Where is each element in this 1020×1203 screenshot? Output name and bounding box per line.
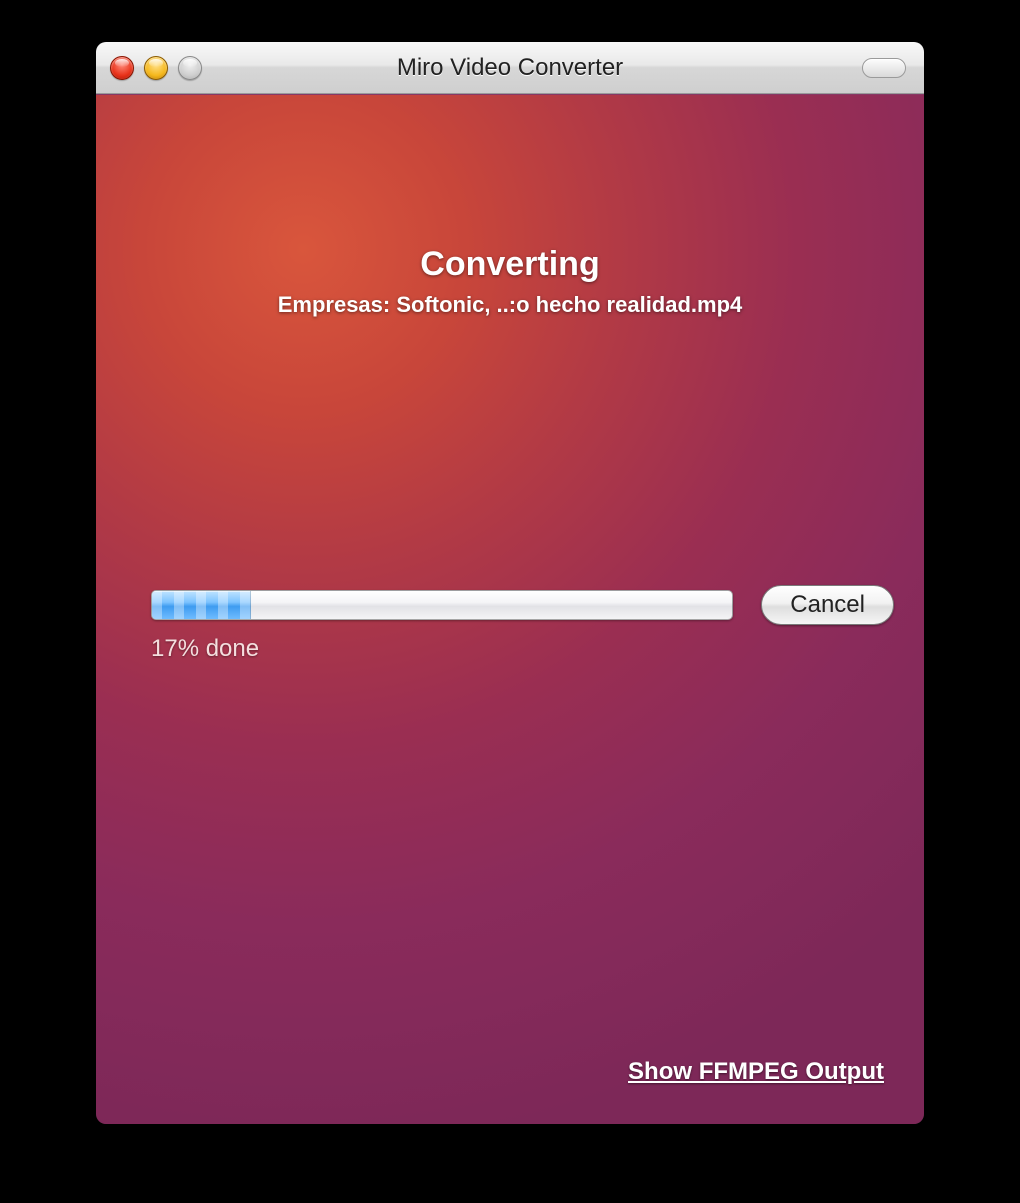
progress-text: 17% done xyxy=(151,635,259,663)
heading-block: Converting Empresas: Softonic, ..:o hech… xyxy=(96,95,924,318)
toolbar-pill-icon[interactable] xyxy=(862,58,906,78)
progress-bar-fill xyxy=(152,591,251,619)
window-title: Miro Video Converter xyxy=(96,54,924,82)
close-icon[interactable] xyxy=(110,56,134,80)
filename-label: Empresas: Softonic, ..:o hecho realidad.… xyxy=(96,292,924,318)
progress-bar xyxy=(151,590,733,620)
content-area: Converting Empresas: Softonic, ..:o hech… xyxy=(96,94,924,1124)
progress-row: Cancel xyxy=(151,585,894,625)
titlebar[interactable]: Miro Video Converter xyxy=(96,42,924,94)
status-heading: Converting xyxy=(96,245,924,284)
traffic-lights xyxy=(110,56,202,80)
cancel-button[interactable]: Cancel xyxy=(761,585,894,625)
show-ffmpeg-link[interactable]: Show FFMPEG Output xyxy=(628,1058,884,1086)
app-window: Miro Video Converter Converting Empresas… xyxy=(96,42,924,1124)
minimize-icon[interactable] xyxy=(144,56,168,80)
zoom-icon[interactable] xyxy=(178,56,202,80)
